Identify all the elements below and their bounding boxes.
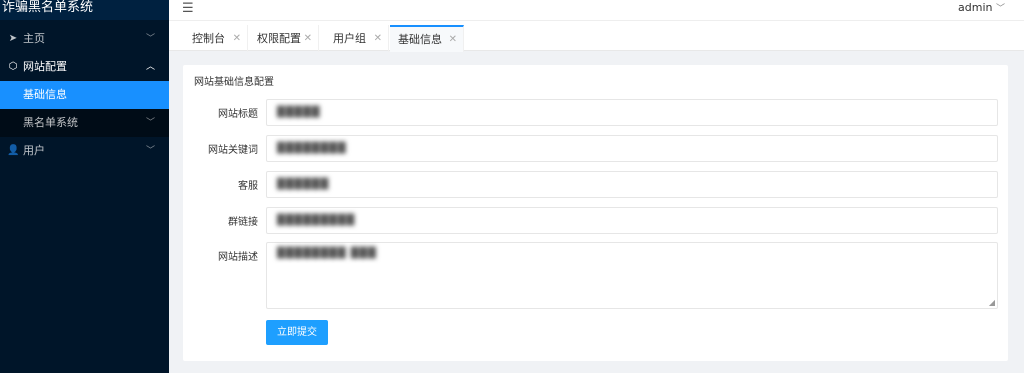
- tab-basic-info[interactable]: 基础信息 ✕: [390, 25, 464, 52]
- page-tabs: 控制台 ✕ 权限配置 ✕ 用户组 ✕ 基础信息 ✕: [169, 20, 1024, 52]
- sidebar-item-label: 网站配置: [23, 60, 67, 73]
- field-label-site-keywords: 网站关键词: [208, 145, 258, 156]
- tab-console[interactable]: 控制台 ✕: [184, 25, 248, 52]
- field-value: ████████: [277, 143, 347, 154]
- field-value: █████████: [277, 215, 356, 226]
- field-label-group-link: 群链接: [228, 217, 258, 228]
- site-description-textarea[interactable]: ████████ ███ ◢: [266, 242, 998, 309]
- app-logo: 诈骗黑名单系统: [0, 0, 169, 20]
- sidebar-item-blacklist-system[interactable]: 黑名单系统 ﹀: [0, 109, 169, 137]
- tab-user-group[interactable]: 用户组 ✕: [325, 25, 389, 52]
- sidebar-item-user[interactable]: 👤 用户 ﹀: [0, 137, 169, 165]
- tab-label: 控制台: [192, 32, 225, 45]
- submit-button[interactable]: 立即提交: [266, 320, 328, 345]
- sidebar-item-home[interactable]: ➤ 主页 ﹀: [0, 25, 169, 53]
- site-keywords-input[interactable]: ████████: [266, 135, 998, 162]
- send-icon: ➤: [8, 33, 18, 44]
- tab-label: 基础信息: [398, 33, 442, 46]
- sidebar: 诈骗黑名单系统 ➤ 主页 ﹀ ⬡ 网站配置 ︿ 基础信息 黑名单系统 ﹀ 👤 用…: [0, 0, 169, 373]
- user-icon: 👤: [7, 145, 20, 156]
- chevron-down-icon: ﹀: [145, 34, 155, 44]
- field-label-site-title: 网站标题: [218, 109, 258, 120]
- sidebar-item-site-config[interactable]: ⬡ 网站配置 ︿: [0, 53, 169, 81]
- tab-label: 权限配置: [257, 32, 301, 45]
- field-value: ██████: [277, 179, 330, 190]
- resize-handle-icon[interactable]: ◢: [989, 298, 995, 307]
- tab-label: 用户组: [333, 32, 366, 45]
- sidebar-item-label: 主页: [23, 32, 45, 45]
- field-label-customer-service: 客服: [238, 181, 258, 192]
- topbar: ☰ admin ﹀: [169, 0, 1024, 20]
- tab-permission-config[interactable]: 权限配置 ✕: [249, 25, 319, 52]
- sidebar-item-label: 基础信息: [23, 88, 67, 101]
- chevron-up-icon: ︿: [145, 62, 155, 72]
- sidebar-item-label: 黑名单系统: [23, 116, 78, 129]
- username: admin: [958, 1, 993, 14]
- sidebar-submenu: 基础信息 黑名单系统 ﹀: [0, 81, 169, 137]
- user-menu[interactable]: admin ﹀: [958, 1, 1005, 14]
- group-link-input[interactable]: █████████: [266, 207, 998, 234]
- close-icon[interactable]: ✕: [374, 25, 382, 52]
- card-title: 网站基础信息配置: [194, 77, 274, 88]
- chevron-down-icon: ﹀: [145, 118, 155, 128]
- sidebar-item-basic-info[interactable]: 基础信息: [0, 81, 169, 109]
- field-label-site-description: 网站描述: [218, 252, 258, 263]
- chevron-down-icon: ﹀: [995, 4, 1005, 14]
- field-value: █████: [277, 107, 321, 118]
- close-icon[interactable]: ✕: [233, 25, 241, 52]
- menu-fold-icon[interactable]: ☰: [182, 1, 194, 16]
- field-value: ████████ ███: [277, 248, 377, 259]
- close-icon[interactable]: ✕: [304, 25, 312, 52]
- sidebar-item-label: 用户: [23, 144, 45, 157]
- settings-icon: ⬡: [8, 61, 18, 72]
- basic-info-card: 网站基础信息配置 网站标题 █████ 网站关键词 ████████ 客服 ██…: [183, 65, 1008, 361]
- chevron-down-icon: ﹀: [145, 146, 155, 156]
- site-title-input[interactable]: █████: [266, 99, 998, 126]
- customer-service-input[interactable]: ██████: [266, 171, 998, 198]
- close-icon[interactable]: ✕: [449, 27, 457, 52]
